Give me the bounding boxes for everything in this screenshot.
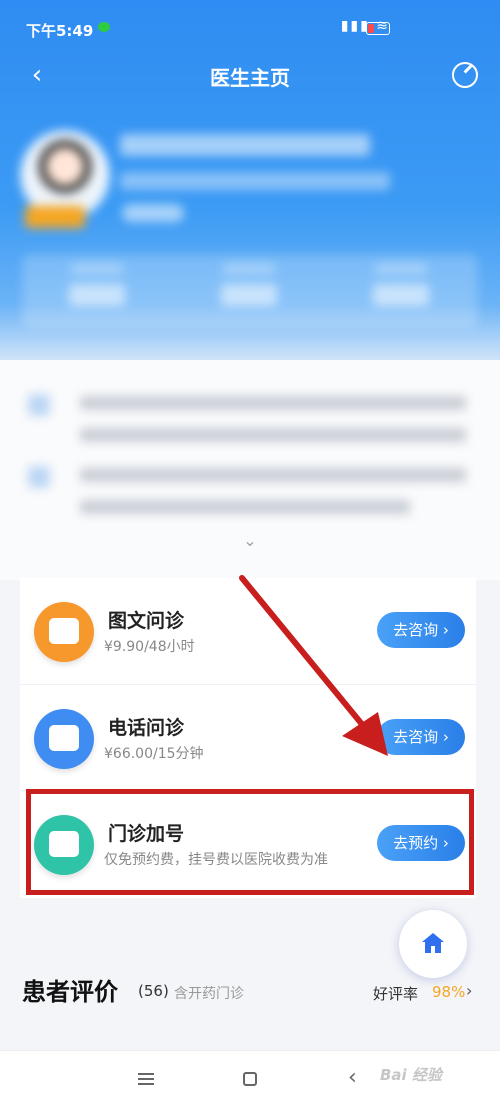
menu-icon[interactable] [138, 1073, 154, 1085]
back-triangle-icon[interactable]: ‹ [348, 1065, 357, 1090]
home-square-icon[interactable] [243, 1072, 257, 1086]
rating-label[interactable]: 好评率 [373, 983, 418, 1004]
chevron-right-icon[interactable]: › [466, 981, 472, 1000]
watermark: Bai 经验 [380, 1066, 442, 1084]
reviews-count: (56) [138, 982, 169, 1000]
home-icon [422, 933, 444, 953]
home-button[interactable] [399, 910, 467, 978]
rating-value[interactable]: 98% [432, 983, 465, 1001]
reviews-note: 含开药门诊 [174, 986, 244, 1002]
reviews-title: 患者评价 [22, 978, 118, 1006]
